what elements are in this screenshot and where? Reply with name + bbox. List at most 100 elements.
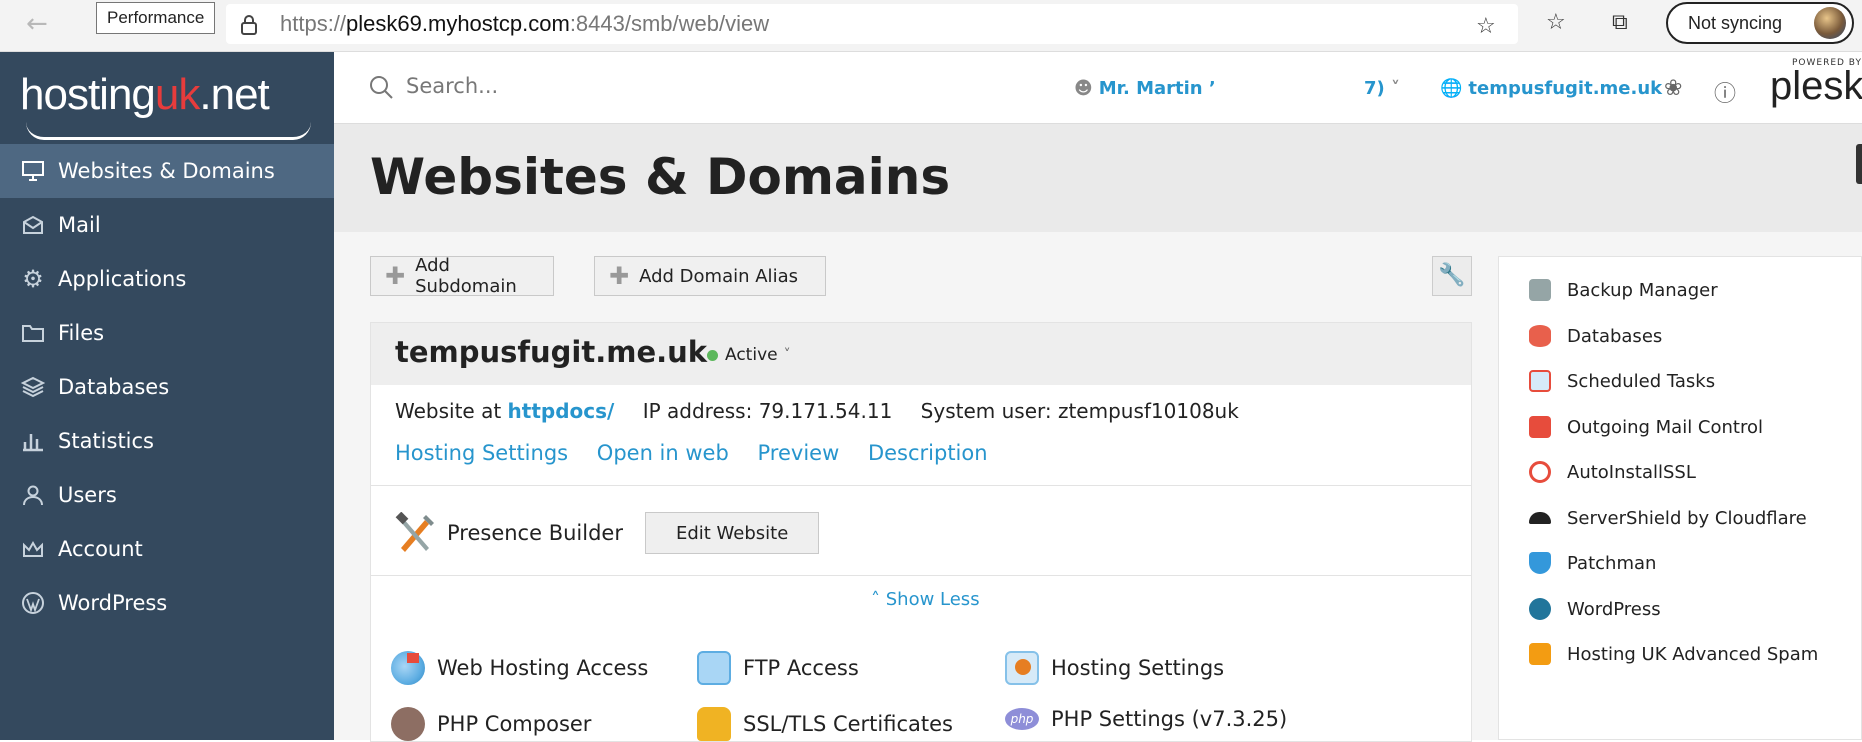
- search-icon: [370, 76, 393, 99]
- sidebar-item-users[interactable]: Users: [0, 468, 334, 522]
- add-subdomain-button[interactable]: ✚ Add Subdomain: [370, 255, 554, 297]
- outgoing-mail-control-link[interactable]: Outgoing Mail Control: [1529, 410, 1763, 444]
- sidebar-item-label: Files: [58, 321, 105, 345]
- preview-link[interactable]: Preview: [758, 441, 840, 465]
- search-input[interactable]: Search...: [406, 74, 498, 98]
- user-name: Mr. Martin ’: [1098, 78, 1216, 99]
- puzzle-icon[interactable]: ❀: [1664, 76, 1682, 101]
- ssl-badge-icon: [1529, 461, 1551, 483]
- wrench-icon[interactable]: 🔧: [1432, 256, 1472, 296]
- scroll-indicator[interactable]: [1856, 144, 1862, 184]
- sidebar-item-account[interactable]: Account: [0, 522, 334, 576]
- ip-address: 79.171.54.11: [758, 399, 893, 423]
- sidebar-item-wordpress[interactable]: WordPress: [0, 576, 334, 630]
- sidebar-item-label: Databases: [58, 375, 170, 399]
- plesk-logo: POWERED BY plesk: [1770, 58, 1862, 118]
- plesk-wordmark: plesk: [1770, 64, 1862, 108]
- status-dot-icon: [707, 349, 718, 361]
- hosting-uk-spam-link[interactable]: Hosting UK Advanced Spam: [1529, 637, 1818, 671]
- address-bar[interactable]: https://plesk69.myhostcp.com:8443/smb/we…: [226, 4, 1518, 44]
- user-menu[interactable]: ☻ Mr. Martin ’ 7) ˅: [1074, 78, 1400, 99]
- favorites-icon[interactable]: ☆: [1546, 10, 1566, 35]
- plus-icon: ✚: [609, 262, 630, 290]
- browser-toolbar: ← Performance https://plesk69.myhostcp.c…: [0, 0, 1862, 52]
- domain-card-header: tempusfugit.me.uk Active ˅: [371, 323, 1471, 385]
- url-text[interactable]: https://plesk69.myhostcp.com:8443/smb/we…: [280, 11, 769, 37]
- httpdocs-link[interactable]: httpdocs/: [508, 399, 615, 423]
- page-title: Websites & Domains: [370, 148, 951, 206]
- tooltip-performance: Performance: [96, 2, 216, 34]
- sidebar-item-statistics[interactable]: Statistics: [0, 414, 334, 468]
- sidebar-item-applications[interactable]: ⚙ Applications: [0, 252, 334, 306]
- subscription-domain: tempusfugit.me.uk: [1468, 78, 1663, 99]
- spam-icon: [1529, 643, 1551, 665]
- user-icon: [20, 482, 46, 508]
- backup-manager-link[interactable]: Backup Manager: [1529, 273, 1718, 307]
- chevron-up-icon: ˄: [871, 589, 880, 610]
- profile-sync-button[interactable]: Not syncing: [1666, 2, 1854, 44]
- feature-web-hosting-access[interactable]: Web Hosting Access: [391, 651, 648, 685]
- wordpress-link[interactable]: WordPress: [1529, 592, 1661, 626]
- feature-hosting-settings[interactable]: Hosting Settings: [1005, 651, 1224, 685]
- title-area: Websites & Domains: [334, 124, 1862, 232]
- feature-php-composer[interactable]: PHP Composer: [391, 707, 591, 741]
- bar-chart-icon: [20, 428, 46, 454]
- help-icon[interactable]: ⓘ: [1714, 76, 1736, 108]
- top-header: Search... ☻ Mr. Martin ’ 7) ˅ 🌐 tempusfugi…: [334, 52, 1862, 124]
- chevron-down-icon: ˅: [1391, 78, 1401, 99]
- divider: [371, 485, 1471, 486]
- sidebar-item-label: Account: [58, 537, 143, 561]
- sidebar-item-databases[interactable]: Databases: [0, 360, 334, 414]
- sidebar-item-label: Statistics: [58, 429, 154, 453]
- servershield-link[interactable]: ServerShield by Cloudflare: [1529, 501, 1807, 535]
- wordpress-icon: [20, 590, 46, 616]
- monitor-icon: [20, 158, 46, 184]
- add-domain-alias-button[interactable]: ✚ Add Domain Alias: [594, 256, 826, 296]
- sidebar-item-files[interactable]: Files: [0, 306, 334, 360]
- edit-website-button[interactable]: Edit Website: [644, 512, 820, 554]
- presence-builder-label: Presence Builder: [447, 521, 623, 545]
- scheduled-tasks-link[interactable]: Scheduled Tasks: [1529, 364, 1715, 398]
- hosting-settings-link[interactable]: Hosting Settings: [395, 441, 568, 465]
- collections-icon[interactable]: ⧉: [1612, 10, 1628, 35]
- hostinguk-logo[interactable]: hostinguk.net: [20, 62, 320, 142]
- pencil-hammer-icon: [395, 512, 434, 552]
- globe-icon: 🌐: [1440, 78, 1463, 99]
- show-less-toggle[interactable]: ˄ Show Less: [871, 589, 980, 610]
- domain-name[interactable]: tempusfugit.me.uk: [395, 335, 707, 369]
- backup-icon: [1529, 279, 1551, 301]
- folder-icon: [20, 320, 46, 346]
- domain-links: Hosting Settings Open in web Preview Des…: [395, 441, 1010, 465]
- wordpress-icon: [1529, 598, 1551, 620]
- feature-php-settings[interactable]: php PHP Settings (v7.3.25): [1005, 707, 1287, 731]
- composer-icon: [391, 707, 425, 741]
- sidebar-item-label: Websites & Domains: [58, 159, 275, 183]
- feature-ssl-tls-certificates[interactable]: SSL/TLS Certificates: [697, 707, 953, 741]
- sidebar-item-mail[interactable]: Mail: [0, 198, 334, 252]
- envelope-icon: [20, 212, 46, 238]
- user-icon: ☻: [1074, 78, 1093, 99]
- padlock-icon: [697, 707, 731, 741]
- divider: [371, 575, 1471, 576]
- calendar-icon: [1529, 370, 1551, 392]
- add-favorite-icon[interactable]: ☆: [1476, 14, 1496, 39]
- back-arrow-icon[interactable]: ←: [26, 9, 48, 39]
- sidebar-item-label: Applications: [58, 267, 187, 291]
- patchman-link[interactable]: Patchman: [1529, 546, 1656, 580]
- feature-ftp-access[interactable]: FTP Access: [697, 651, 859, 685]
- open-in-web-link[interactable]: Open in web: [597, 441, 729, 465]
- subscription-selector[interactable]: 🌐 tempusfugit.me.uk: [1440, 78, 1662, 99]
- plus-icon: ✚: [385, 262, 406, 290]
- sidebar-item-label: Users: [58, 483, 117, 507]
- search-box[interactable]: Search...: [368, 74, 498, 104]
- sync-label: Not syncing: [1688, 13, 1783, 33]
- status-badge[interactable]: Active ˅: [707, 345, 791, 365]
- sidebar-item-websites-domains[interactable]: Websites & Domains: [0, 144, 334, 198]
- autoinstallssl-link[interactable]: AutoInstallSSL: [1529, 455, 1696, 489]
- databases-link[interactable]: Databases: [1529, 319, 1662, 353]
- description-link[interactable]: Description: [868, 441, 988, 465]
- php-icon: php: [1005, 708, 1039, 730]
- globe-flag-icon: [391, 651, 425, 685]
- domain-info: Website at httpdocs/ IP address: 79.171.…: [395, 399, 1239, 423]
- lock-icon[interactable]: [240, 14, 258, 36]
